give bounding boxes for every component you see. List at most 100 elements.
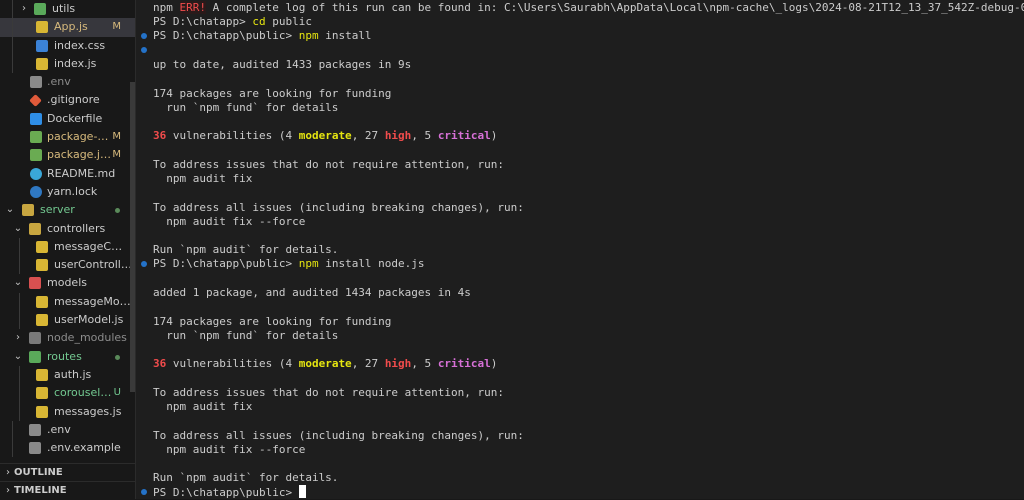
- folder-open-icon: [29, 350, 41, 363]
- terminal-output: npm audit fix --force: [153, 443, 306, 456]
- terminal-line-prompt: PS D:\chatapp\public> npm install: [153, 29, 372, 43]
- terminal-output: Run `npm audit` for details.: [153, 243, 339, 256]
- terminal-output: added 1 package, and audited 1434 packag…: [153, 286, 471, 299]
- git-status-badge: M: [112, 149, 121, 161]
- tree-file-env-example[interactable]: .env.example: [0, 439, 135, 458]
- chevron-right-icon[interactable]: ›: [12, 329, 24, 347]
- terminal-line-error: npm ERR! A complete log of this run can …: [153, 1, 1024, 15]
- terminal-output: To address issues that do not require at…: [153, 158, 504, 171]
- explorer-sidebar: › utils App.js M index.css index.js .env…: [0, 0, 136, 499]
- tree-file-messages-js[interactable]: messages.js: [0, 402, 135, 421]
- terminal-line-prompt: PS D:\chatapp> cd public: [153, 15, 312, 29]
- tree-item-label: server: [40, 203, 75, 217]
- tree-file-server-env[interactable]: .env: [0, 420, 135, 440]
- tree-file-auth-js[interactable]: auth.js: [0, 365, 135, 385]
- tree-file-user-controller[interactable]: userController.js: [0, 256, 135, 275]
- tree-item-label: userController.js: [54, 258, 132, 272]
- tree-file-gitignore[interactable]: .gitignore: [0, 91, 135, 109]
- tree-item-label: .env: [47, 422, 71, 436]
- tree-file-yarn-lock[interactable]: yarn.lock: [0, 183, 135, 201]
- chevron-right-icon: ›: [6, 467, 10, 478]
- timeline-section-header[interactable]: › TIMELINE: [0, 481, 135, 499]
- tree-folder-node-modules[interactable]: › node_modules: [0, 329, 135, 347]
- chevron-down-icon[interactable]: ⌄: [12, 220, 24, 238]
- command-decoration-icon[interactable]: [141, 47, 147, 53]
- javascript-file-icon: [36, 259, 48, 272]
- command-args: install: [318, 29, 372, 42]
- tree-file-index-js[interactable]: index.js: [0, 54, 135, 74]
- command-decoration-icon[interactable]: [141, 33, 147, 39]
- terminal-output: To address all issues (including breakin…: [153, 201, 524, 214]
- terminal-output: vulnerabilities (4: [166, 357, 299, 370]
- folder-open-icon: [22, 204, 34, 217]
- javascript-file-icon: [36, 295, 48, 308]
- shell-prompt: PS D:\chatapp\public>: [153, 29, 299, 42]
- tree-folder-controllers[interactable]: ⌄ controllers: [0, 220, 135, 238]
- git-status-badge: M: [112, 131, 121, 143]
- tree-folder-server[interactable]: ⌄ server: [0, 201, 135, 219]
- tree-item-label: .gitignore: [47, 93, 100, 107]
- tree-item-label: README.md: [47, 166, 116, 180]
- javascript-file-icon: [36, 314, 48, 327]
- terminal-cursor: [298, 485, 306, 498]
- terminal-output: run `npm fund` for details: [153, 329, 339, 342]
- terminal-line-prompt: PS D:\chatapp\public> npm install node.j…: [153, 257, 425, 271]
- tree-folder-utils[interactable]: › utils: [0, 0, 135, 19]
- tree-item-label: userModel.js: [54, 313, 124, 327]
- timeline-label: TIMELINE: [14, 485, 67, 496]
- terminal-output: Run `npm audit` for details.: [153, 471, 339, 484]
- javascript-file-icon: [36, 21, 48, 34]
- file-tree: › utils App.js M index.css index.js .env…: [0, 0, 135, 462]
- indent-guide: [19, 256, 20, 275]
- indent-guide: [12, 54, 13, 74]
- shell-prompt: PS D:\chatapp\public>: [153, 257, 299, 270]
- indent-guide: [19, 237, 20, 257]
- tree-item-label: auth.js: [54, 367, 92, 381]
- command-keyword: npm: [298, 257, 319, 270]
- shell-prompt: PS D:\chatapp>: [153, 15, 253, 28]
- tree-file-index-css[interactable]: index.css: [0, 36, 135, 55]
- indent-guide: [12, 439, 13, 458]
- command-keyword: cd: [252, 15, 266, 28]
- tree-item-label: utils: [52, 2, 76, 15]
- terminal-output: 174 packages are looking for funding: [153, 87, 392, 100]
- terminal-line-prompt[interactable]: PS D:\chatapp\public>: [153, 485, 306, 499]
- tree-file-readme[interactable]: README.md: [0, 165, 135, 183]
- indent-guide: [19, 365, 20, 385]
- indent-guide: [12, 18, 13, 37]
- outline-label: OUTLINE: [14, 467, 63, 478]
- sidebar-scrollbar[interactable]: [130, 82, 135, 392]
- tree-file-package-json[interactable]: package.js... M: [0, 146, 135, 164]
- tree-folder-routes[interactable]: ⌄ routes: [0, 348, 135, 366]
- tree-folder-models[interactable]: ⌄ models: [0, 274, 135, 292]
- terminal-panel[interactable]: npm ERR! A complete log of this run can …: [136, 0, 1024, 499]
- tree-file-app-js[interactable]: App.js M: [0, 18, 135, 37]
- terminal-output: ): [490, 129, 498, 142]
- chevron-down-icon[interactable]: ⌄: [4, 201, 16, 219]
- tree-item-label: package.js...: [47, 148, 111, 162]
- chevron-down-icon[interactable]: ⌄: [12, 274, 24, 292]
- git-status-dot: [115, 208, 120, 214]
- chevron-right-icon: ›: [6, 485, 10, 496]
- tree-file-corousel-js[interactable]: corousel.js U: [0, 384, 135, 403]
- tree-item-label: Dockerfile: [47, 111, 103, 125]
- indent-guide: [19, 292, 20, 312]
- command-decoration-icon[interactable]: [141, 261, 147, 267]
- tree-item-label: controllers: [47, 221, 106, 235]
- command-decoration-icon[interactable]: [141, 489, 147, 495]
- tree-file-message-controller[interactable]: messageContr...: [0, 237, 135, 257]
- chevron-down-icon[interactable]: ⌄: [12, 348, 24, 366]
- tree-item-label: .env.example: [47, 441, 121, 455]
- tree-file-message-model[interactable]: messageModel...: [0, 292, 135, 312]
- tree-item-label: messageModel...: [54, 294, 132, 308]
- npm-prefix: npm: [153, 1, 180, 14]
- chevron-right-icon[interactable]: ›: [18, 0, 30, 18]
- outline-section-header[interactable]: › OUTLINE: [0, 463, 135, 481]
- tree-file-dockerfile[interactable]: Dockerfile: [0, 110, 135, 128]
- tree-item-label: corousel.js: [54, 386, 112, 400]
- tree-file-user-model[interactable]: userModel.js: [0, 311, 135, 330]
- terminal-output: To address issues that do not require at…: [153, 386, 504, 399]
- terminal-output: , 27: [351, 129, 385, 142]
- tree-file-package-lock[interactable]: package-lo... M: [0, 128, 135, 146]
- tree-file-env[interactable]: .env: [0, 73, 135, 91]
